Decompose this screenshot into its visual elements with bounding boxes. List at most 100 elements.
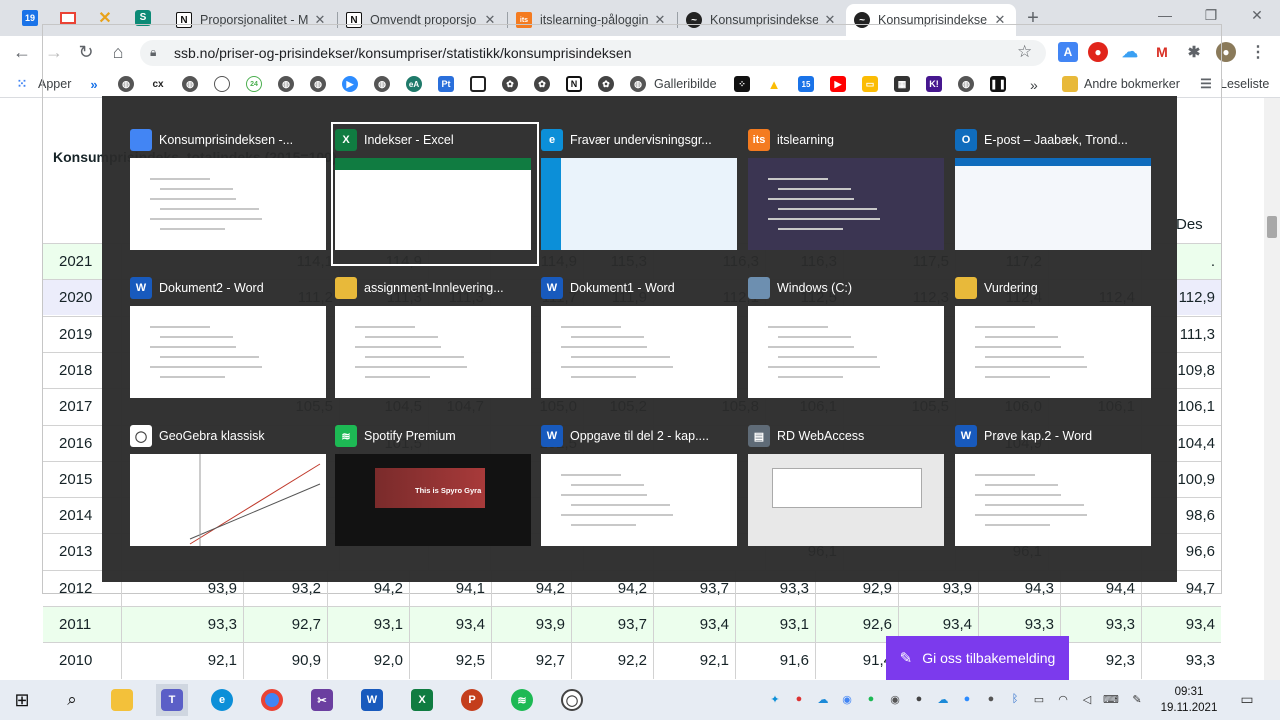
task-card[interactable]: its itslearning <box>748 126 948 262</box>
rd-icon: ▤ <box>748 425 770 447</box>
task-card-thumbnail <box>335 158 531 250</box>
task-card[interactable]: Windows (C:) <box>748 274 948 410</box>
task-card[interactable]: W Dokument2 - Word <box>130 274 330 410</box>
keyboard-icon[interactable]: ⌨ <box>1102 690 1120 708</box>
task-card-header: ▤ RD WebAccess <box>748 422 948 450</box>
feedback-button[interactable]: ✎ Gi oss tilbakemelding <box>886 636 1069 680</box>
task-card-thumbnail <box>748 454 944 546</box>
apps-grid-icon[interactable]: ⁙ <box>14 76 30 92</box>
wifi-icon[interactable]: ◠ <box>1054 690 1072 708</box>
spotify-icon[interactable]: ≋ <box>506 684 538 716</box>
onedrive-icon[interactable]: ☁ <box>934 690 952 708</box>
task-card[interactable]: Vurdering <box>955 274 1155 410</box>
tray-app-icon[interactable]: ✦ <box>766 690 784 708</box>
folder-icon <box>335 277 357 299</box>
task-card-header: W Prøve kap.2 - Word <box>955 422 1155 450</box>
task-card-title: Dokument1 - Word <box>570 281 675 295</box>
back-button[interactable]: ← <box>8 38 36 66</box>
task-card-header: ◯ GeoGebra klassisk <box>130 422 330 450</box>
task-card[interactable]: Konsumprisindeksen -... <box>130 126 330 262</box>
battery-icon[interactable]: ▭ <box>1030 690 1048 708</box>
value-cell: 92,3 <box>1060 643 1141 679</box>
onedrive-icon[interactable]: ☁ <box>814 690 832 708</box>
chrome-tray-icon[interactable]: ◉ <box>838 690 856 708</box>
snipping-tool-icon[interactable]: ✂ <box>306 684 338 716</box>
task-card-thumbnail <box>130 158 326 250</box>
file-explorer-icon[interactable] <box>106 684 138 716</box>
tray-app-icon[interactable]: ● <box>982 690 1000 708</box>
menu-kebab-icon[interactable]: ⋮ <box>1248 42 1268 62</box>
word-icon[interactable]: W <box>356 684 388 716</box>
calendar-icon[interactable]: 19 <box>18 6 42 30</box>
scrollbar-thumb[interactable] <box>1267 216 1277 238</box>
excel-icon[interactable]: X <box>406 684 438 716</box>
value-cell: 92,7 <box>491 643 571 679</box>
taskbar-clock[interactable]: 09:31 19.11.2021 <box>1154 684 1224 716</box>
task-card[interactable]: W Prøve kap.2 - Word <box>955 422 1155 558</box>
edge-icon: e <box>541 129 563 151</box>
tray-app-icon[interactable]: ● <box>910 690 928 708</box>
task-card[interactable]: ◯ GeoGebra klassisk <box>130 422 330 558</box>
bluetooth-icon[interactable]: ᛒ <box>1006 690 1024 708</box>
task-card[interactable]: assignment-Innlevering... <box>335 274 535 410</box>
value-cell: 93,3 <box>1141 643 1221 679</box>
geogebra-icon: ◯ <box>130 425 152 447</box>
value-cell: 92,1 <box>653 643 735 679</box>
task-card-title: RD WebAccess <box>777 429 865 443</box>
task-card[interactable]: ≋ Spotify Premium This is Spyro Gyra <box>335 422 535 558</box>
value-cell: 93,1 <box>327 607 409 643</box>
notifications-icon[interactable]: ▭ <box>1238 690 1256 708</box>
powerpoint-icon[interactable]: P <box>456 684 488 716</box>
spotify-icon: ≋ <box>335 425 357 447</box>
task-card[interactable]: O E-post – Jaabæk, Trond... <box>955 126 1155 262</box>
tray-app-icon[interactable]: ● <box>790 690 808 708</box>
task-card[interactable]: e Fravær undervisningsgr... <box>541 126 741 262</box>
task-card-thumbnail: This is Spyro Gyra <box>335 454 531 546</box>
task-card[interactable]: X Indekser - Excel <box>331 122 539 266</box>
task-card-thumbnail <box>541 158 737 250</box>
geogebra-icon[interactable]: ◯ <box>556 684 588 716</box>
task-card-header: X Indekser - Excel <box>335 126 535 154</box>
task-card[interactable]: ▤ RD WebAccess <box>748 422 948 558</box>
page-scrollbar[interactable] <box>1264 98 1280 680</box>
clock-time: 09:31 <box>1174 686 1204 698</box>
task-card-title: Dokument2 - Word <box>159 281 264 295</box>
task-card-thumbnail <box>335 306 531 398</box>
word-icon: W <box>130 277 152 299</box>
reading-list-label[interactable]: Leseliste <box>1220 77 1269 91</box>
edge-icon[interactable]: e <box>206 684 238 716</box>
task-card-title: E-post – Jaabæk, Trond... <box>984 133 1128 147</box>
teams-icon[interactable]: T <box>156 684 188 716</box>
column-header-des: Des <box>1176 216 1203 233</box>
task-card-header: W Dokument2 - Word <box>130 274 330 302</box>
task-card-thumbnail <box>955 454 1151 546</box>
pen-icon[interactable]: ✎ <box>1128 690 1146 708</box>
task-card[interactable]: W Oppgave til del 2 - kap.... <box>541 422 741 558</box>
tray-app-icon[interactable]: ◉ <box>886 690 904 708</box>
value-cell: 90,9 <box>243 643 327 679</box>
word-icon: W <box>955 425 977 447</box>
spotify-album-title: This is Spyro Gyra <box>375 468 485 508</box>
spotify-tray-icon[interactable]: ● <box>862 690 880 708</box>
chrome-icon[interactable] <box>256 684 288 716</box>
value-cell: 92,2 <box>571 643 653 679</box>
task-card-header: W Dokument1 - Word <box>541 274 741 302</box>
start-button[interactable]: ⊞ <box>6 684 38 716</box>
value-cell: 91,6 <box>735 643 815 679</box>
chrome-icon <box>130 129 152 151</box>
excel-icon: X <box>335 129 357 151</box>
volume-icon[interactable]: ◁ <box>1078 690 1096 708</box>
task-card-title: itslearning <box>777 133 834 147</box>
zoom-tray-icon[interactable]: ● <box>958 690 976 708</box>
task-card-thumbnail <box>748 158 944 250</box>
task-card-thumbnail <box>130 454 326 546</box>
close-window-button[interactable]: ✕ <box>1234 0 1280 30</box>
value-cell: 93,3 <box>121 607 243 643</box>
task-card-thumbnail <box>748 306 944 398</box>
task-card-title: Spotify Premium <box>364 429 456 443</box>
search-icon[interactable]: ⌕ <box>56 684 88 716</box>
year-cell: 2010 <box>59 652 93 669</box>
task-card-header: e Fravær undervisningsgr... <box>541 126 741 154</box>
task-card[interactable]: W Dokument1 - Word <box>541 274 741 410</box>
task-card-thumbnail <box>541 454 737 546</box>
